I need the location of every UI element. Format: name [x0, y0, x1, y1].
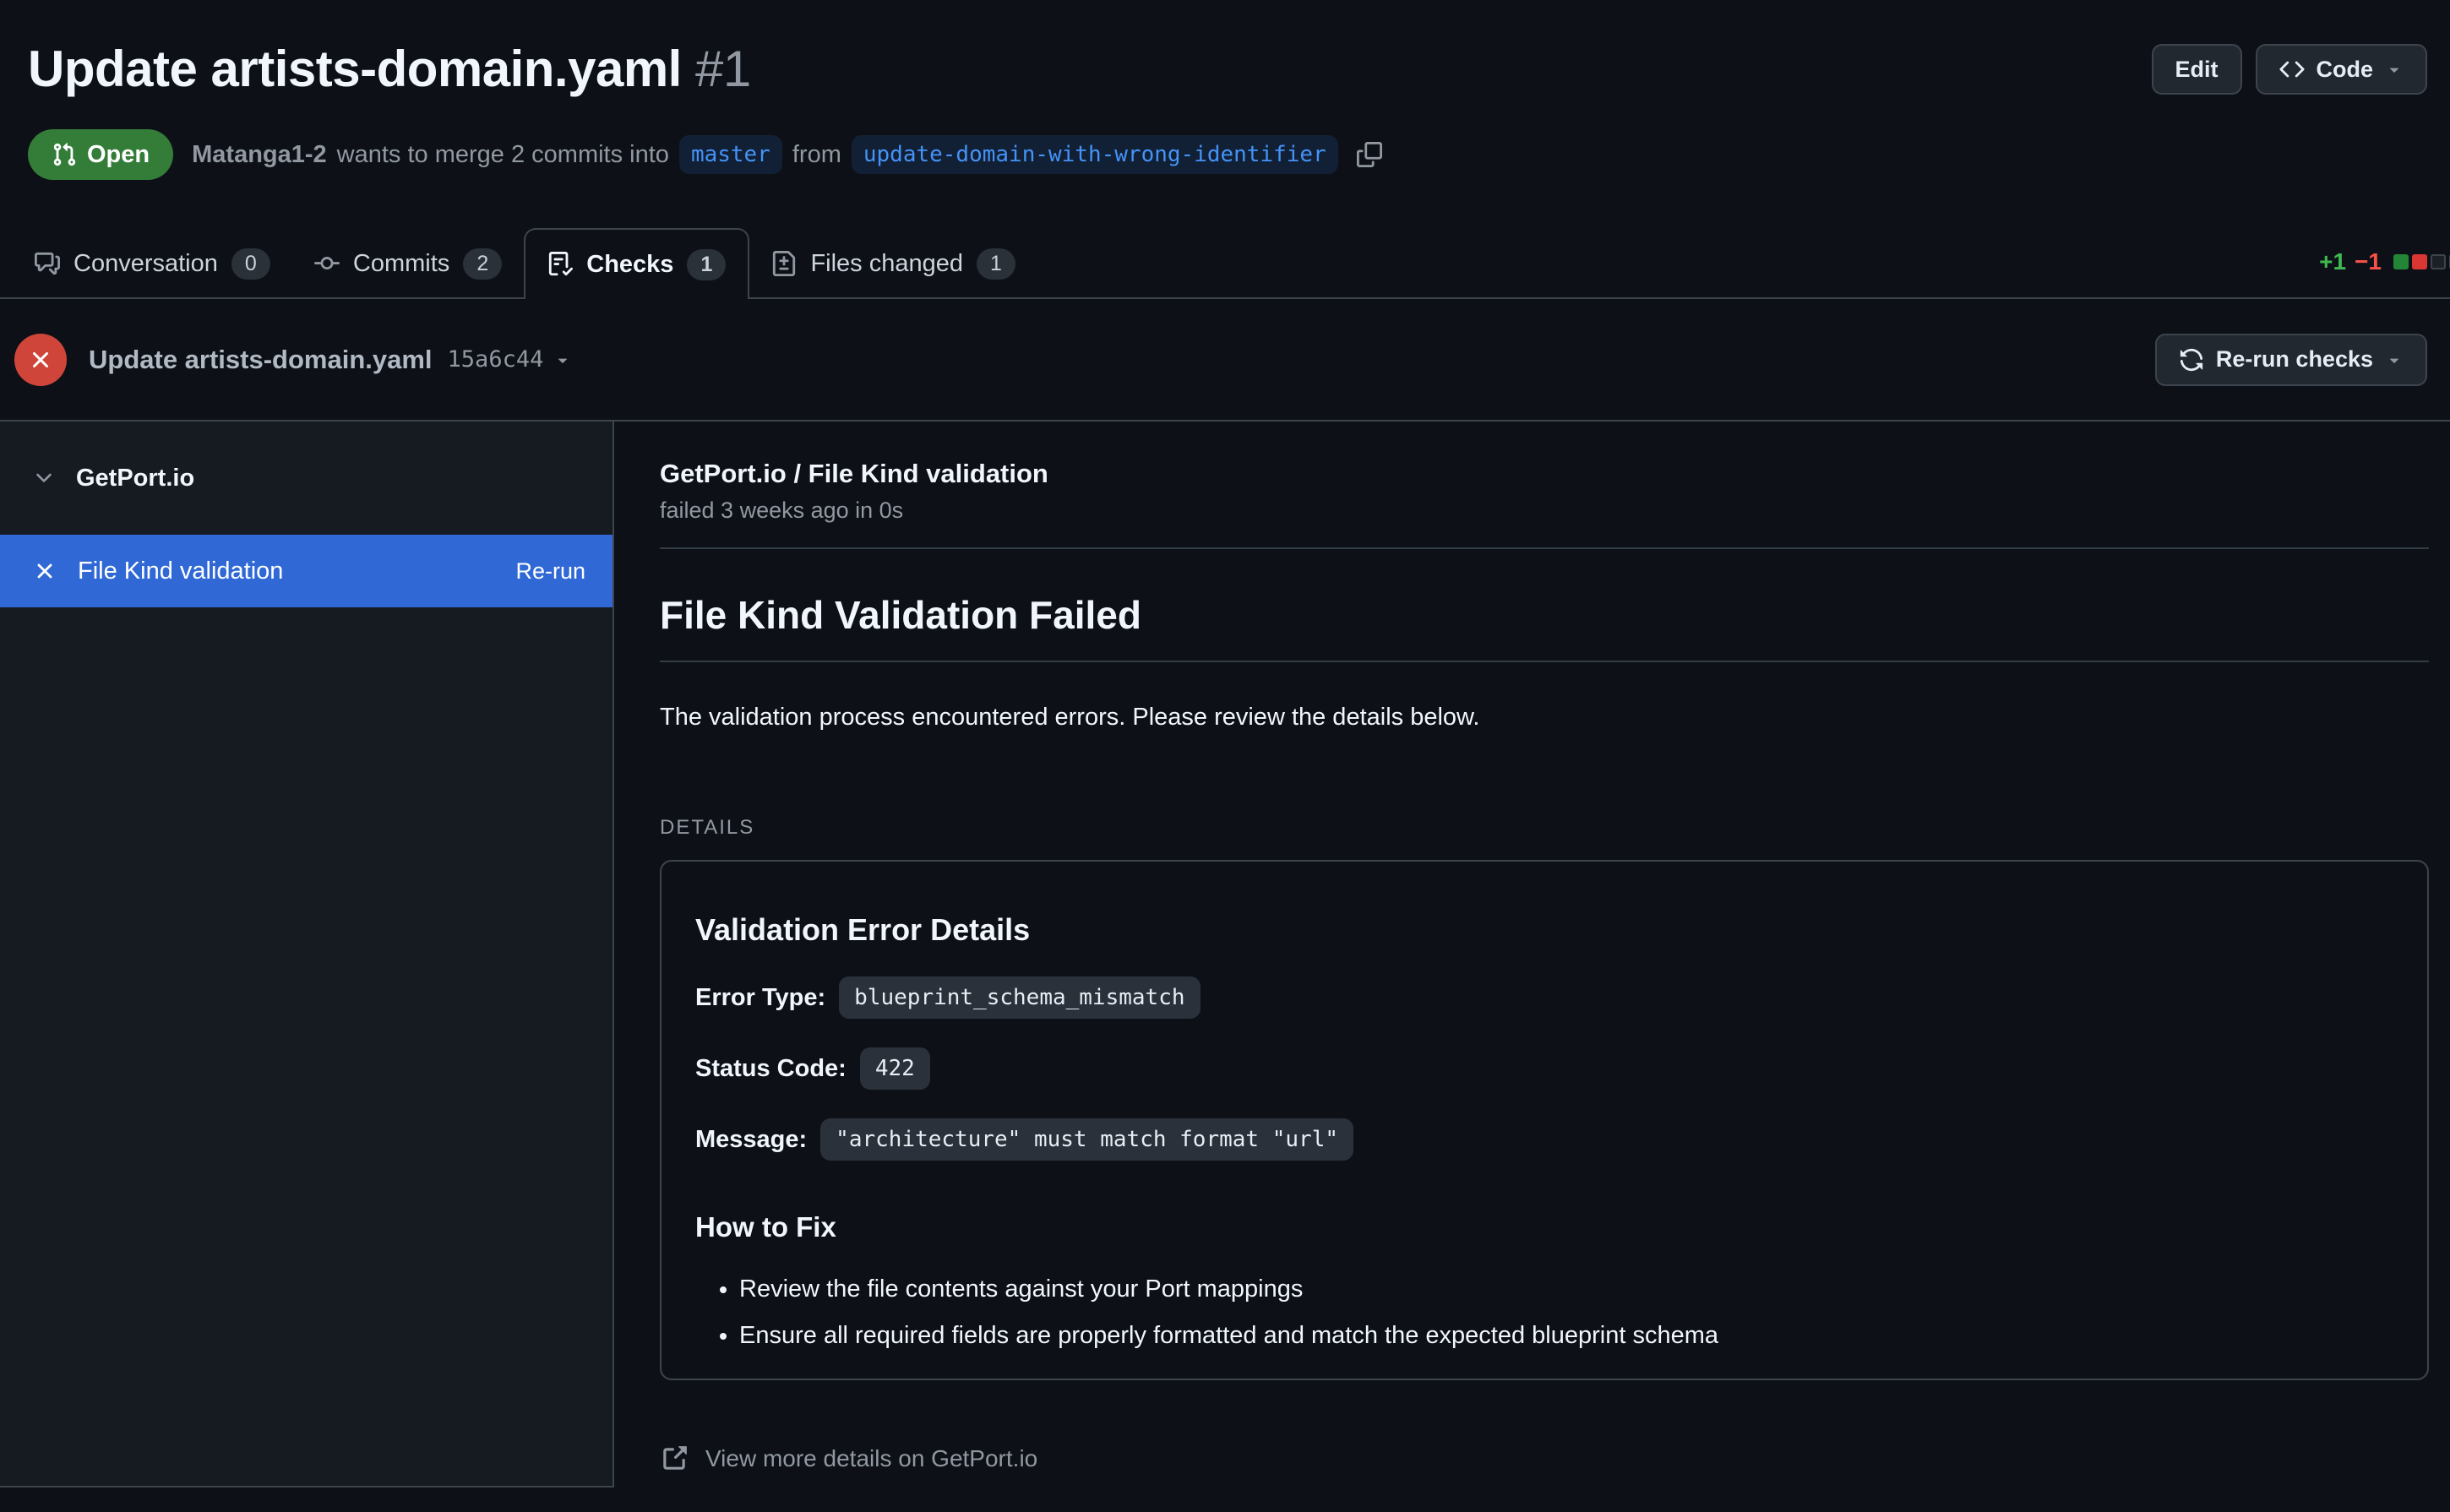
open-status-badge: Open: [28, 129, 173, 180]
author-name[interactable]: Matanga1-2: [192, 141, 327, 169]
sidebar-check-name: File Kind validation: [78, 557, 495, 585]
checks-panel: GetPort.io File Kind validation Re-run G…: [0, 420, 2450, 1488]
sidebar-group-name: GetPort.io: [76, 465, 194, 492]
diffstat-square-neutral: [2431, 254, 2446, 269]
check-result-heading: File Kind Validation Failed: [660, 591, 2429, 662]
from-word: from: [792, 141, 841, 169]
merge-action-text: wants to merge 2 commits into: [337, 141, 669, 169]
diffstat-deletions: −1: [2355, 248, 2382, 275]
page-title: Update artists-domain.yaml #1: [28, 35, 2427, 103]
chevron-down-icon: [32, 466, 56, 490]
sidebar-rerun-link[interactable]: Re-run: [515, 558, 585, 585]
error-type-row: Error Type: blueprint_schema_mismatch: [695, 975, 2393, 1020]
check-summary-text: The validation process encountered error…: [660, 701, 2429, 733]
commit-selector-caret-icon[interactable]: [553, 351, 572, 369]
tab-count: 1: [687, 249, 726, 280]
fix-list-item: Review the file contents against your Po…: [739, 1274, 2393, 1305]
check-detail-main: GetPort.io / File Kind validation failed…: [614, 422, 2450, 1488]
pr-tab-nav: Conversation 0 Commits 2 Checks 1 Files …: [0, 228, 2450, 299]
code-button[interactable]: Code: [2256, 44, 2428, 95]
details-section-label: DETAILS: [660, 816, 2429, 840]
fix-list: Review the file contents against your Po…: [695, 1274, 2393, 1352]
view-more-details-link[interactable]: View more details on GetPort.io: [660, 1444, 1037, 1473]
code-button-label: Code: [2317, 57, 2374, 83]
head-branch-label[interactable]: update-domain-with-wrong-identifier: [852, 135, 1338, 174]
tab-commits[interactable]: Commits 2: [292, 230, 524, 297]
tab-count: 2: [463, 248, 502, 280]
git-pull-request-icon: [52, 142, 77, 167]
status-code-label: Status Code:: [695, 1055, 847, 1083]
rerun-checks-label: Re-run checks: [2216, 346, 2373, 373]
caret-down-icon: [2385, 351, 2404, 369]
diffstat-square-added: [2393, 254, 2409, 269]
pr-title-text: Update artists-domain.yaml: [28, 41, 682, 97]
fix-list-item: Ensure all required fields are properly …: [739, 1320, 2393, 1352]
tab-label: Files changed: [810, 250, 963, 278]
diffstat-squares: [2393, 254, 2450, 269]
commit-sha[interactable]: 15a6c44: [448, 346, 544, 373]
open-status-label: Open: [87, 141, 150, 169]
pr-checks-page: { "colors": { "page_bg": "#0d1117", "sid…: [0, 0, 2450, 1512]
tab-files-changed[interactable]: Files changed 1: [749, 230, 1037, 297]
sidebar-group-getport[interactable]: GetPort.io: [0, 422, 612, 535]
tab-label: Commits: [353, 250, 449, 278]
commit-title: Update artists-domain.yaml: [89, 345, 433, 375]
check-status-line: failed 3 weeks ago in 0s: [660, 498, 2429, 524]
tab-count: 0: [231, 248, 270, 280]
pr-byline: Open Matanga1-2 wants to merge 2 commits…: [28, 128, 2427, 181]
status-code-row: Status Code: 422: [695, 1046, 2393, 1091]
comment-discussion-icon: [35, 251, 60, 276]
sync-icon: [2179, 347, 2204, 373]
x-icon: [32, 558, 57, 584]
sidebar-item-file-kind-validation[interactable]: File Kind validation Re-run: [0, 535, 612, 607]
diffstat: +1 −1: [2319, 248, 2450, 275]
tab-conversation[interactable]: Conversation 0: [13, 230, 292, 297]
rerun-checks-button[interactable]: Re-run checks: [2155, 334, 2427, 386]
tab-count: 1: [977, 248, 1015, 280]
copy-icon[interactable]: [1357, 142, 1382, 167]
tab-checks[interactable]: Checks 1: [524, 228, 749, 299]
failed-check-icon: [14, 334, 67, 386]
error-box-title: Validation Error Details: [695, 911, 2393, 949]
view-more-details-label: View more details on GetPort.io: [705, 1445, 1037, 1472]
base-branch-label[interactable]: master: [679, 135, 782, 174]
diffstat-square-deleted: [2412, 254, 2427, 269]
message-value: "architecture" must match format "url": [820, 1118, 1353, 1161]
tab-label: Conversation: [74, 250, 218, 278]
checklist-icon: [547, 252, 573, 277]
caret-down-icon: [2385, 60, 2404, 79]
header-actions: Edit Code: [2152, 44, 2428, 95]
message-label: Message:: [695, 1126, 807, 1154]
error-type-value: blueprint_schema_mismatch: [839, 976, 1200, 1019]
external-link-icon: [660, 1444, 689, 1473]
checks-sidebar: GetPort.io File Kind validation Re-run: [0, 422, 614, 1488]
divider: [660, 547, 2429, 549]
code-icon: [2279, 57, 2305, 82]
edit-button[interactable]: Edit: [2152, 44, 2242, 95]
edit-button-label: Edit: [2175, 57, 2219, 83]
tab-label: Checks: [586, 251, 673, 279]
commit-check-bar: Update artists-domain.yaml 15a6c44 Re-ru…: [0, 299, 2450, 420]
error-type-label: Error Type:: [695, 984, 825, 1012]
git-commit-icon: [314, 251, 340, 276]
how-to-fix-heading: How to Fix: [695, 1210, 2393, 1245]
validation-error-box: Validation Error Details Error Type: blu…: [660, 860, 2429, 1380]
pr-header: Update artists-domain.yaml #1 Edit Code …: [0, 0, 2450, 181]
file-diff-icon: [771, 251, 797, 276]
diffstat-additions: +1: [2319, 248, 2346, 275]
status-code-value: 422: [860, 1047, 930, 1090]
pr-number: #1: [695, 41, 751, 97]
check-breadcrumb: GetPort.io / File Kind validation: [660, 459, 2429, 489]
merge-summary: Matanga1-2 wants to merge 2 commits into…: [192, 135, 1382, 174]
message-row: Message: "architecture" must match forma…: [695, 1117, 2393, 1162]
